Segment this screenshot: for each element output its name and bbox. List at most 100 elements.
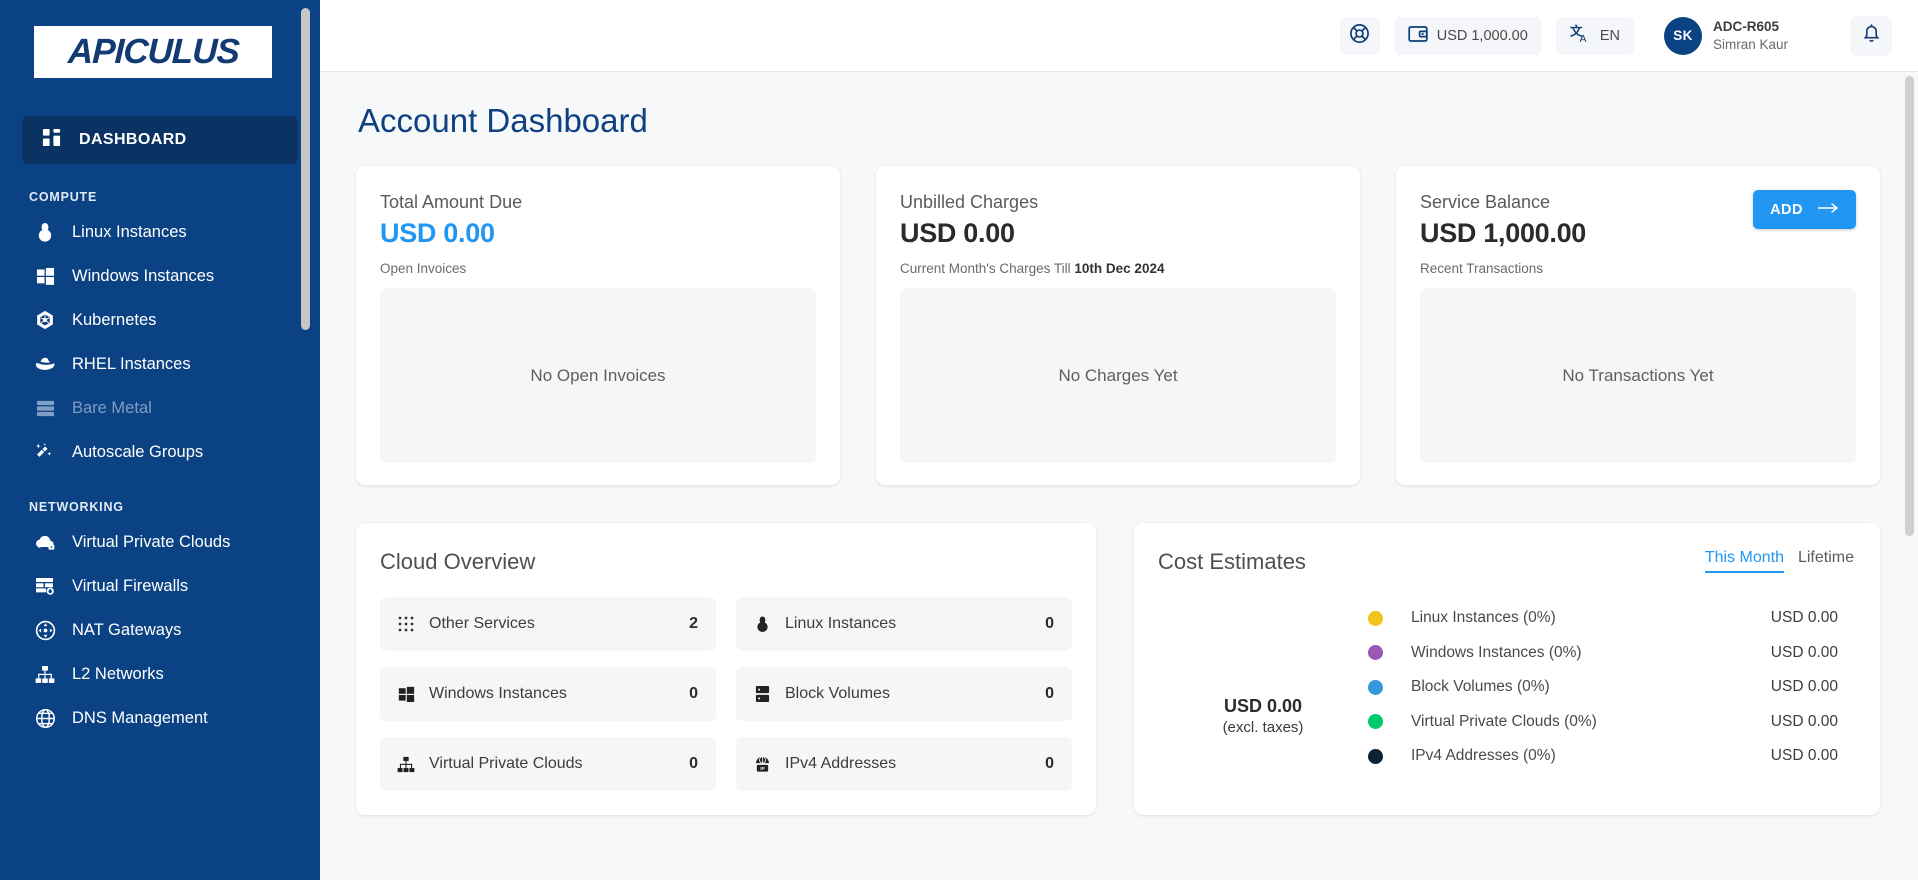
sidebar-item-bare-metal[interactable]: Bare Metal [0, 386, 320, 430]
legend-dot-ipv4-addresses [1368, 749, 1383, 764]
cost-row-label: Virtual Private Clouds (0%) [1411, 713, 1771, 731]
legend-dot-windows-instances [1368, 645, 1383, 660]
wallet-balance-value: USD 1,000.00 [1437, 28, 1528, 44]
sidebar-scrollbar-thumb[interactable] [301, 8, 310, 330]
overview-item-count: 0 [1045, 755, 1054, 773]
card-title: Total Amount Due [380, 192, 816, 213]
tab-lifetime[interactable]: Lifetime [1798, 549, 1854, 571]
overview-item-virtual-private-clouds[interactable]: Virtual Private Clouds 0 [380, 737, 716, 791]
cost-estimates-body: USD 0.00 (excl. taxes) Linux Instances (… [1158, 601, 1856, 774]
card-amount: USD 0.00 [900, 218, 1336, 249]
overview-item-count: 0 [1045, 685, 1054, 703]
card-subtitle-date: 10th Dec 2024 [1074, 261, 1164, 276]
cost-row-value: USD 0.00 [1771, 678, 1856, 696]
cost-total-note: (excl. taxes) [1158, 718, 1368, 738]
sidebar-item-label: RHEL Instances [72, 355, 191, 374]
cost-row: Windows Instances (0%) USD 0.00 [1368, 636, 1856, 671]
sidebar-item-label: Virtual Firewalls [72, 577, 188, 596]
sidebar-item-rhel-instances[interactable]: RHEL Instances [0, 342, 320, 386]
avatar-initials: SK [1673, 28, 1692, 43]
overview-item-label: Block Volumes [785, 685, 1032, 703]
sidebar-item-dns-management[interactable]: DNS Management [0, 696, 320, 740]
wallet-balance-button[interactable]: USD 1,000.00 [1394, 17, 1542, 55]
tab-this-month[interactable]: This Month [1705, 549, 1784, 573]
overview-item-count: 0 [1045, 615, 1054, 633]
page-title: Account Dashboard [356, 102, 1880, 140]
linux-penguin-icon [752, 615, 772, 633]
panel-cloud-overview: Cloud Overview Other Services [356, 523, 1096, 815]
arrow-right-icon [1817, 202, 1839, 218]
card-subtitle: Current Month's Charges Till 10th Dec 20… [900, 261, 1336, 276]
linux-penguin-icon [34, 221, 56, 243]
sidebar-item-label: Virtual Private Clouds [72, 533, 230, 552]
overview-item-windows-instances[interactable]: Windows Instances 0 [380, 667, 716, 721]
sidebar-item-virtual-firewalls[interactable]: Virtual Firewalls [0, 564, 320, 608]
cost-row-label: Linux Instances (0%) [1411, 609, 1771, 627]
card-subtitle-text: Current Month's Charges Till [900, 261, 1074, 276]
sidebar-item-label: Kubernetes [72, 311, 156, 330]
add-balance-button[interactable]: ADD [1753, 190, 1856, 229]
sidebar-item-l2-networks[interactable]: L2 Networks [0, 652, 320, 696]
user-text: ADC-R605 Simran Kaur [1713, 18, 1788, 53]
language-selector[interactable]: 文 A EN [1556, 17, 1634, 55]
translate-icon: 文 A [1570, 23, 1591, 48]
windows-logo-icon [396, 686, 416, 703]
sidebar-item-nat-gateways[interactable]: NAT Gateways [0, 608, 320, 652]
sidebar-item-linux-instances[interactable]: Linux Instances [0, 210, 320, 254]
sidebar-item-label: Bare Metal [72, 399, 152, 418]
overview-item-ipv4-addresses[interactable]: IP IPv4 Addresses 0 [736, 737, 1072, 791]
overview-item-label: Other Services [429, 615, 676, 633]
topbar: USD 1,000.00 文 A EN SK ADC-R605 Simran K… [320, 0, 1918, 72]
sidebar-item-windows-instances[interactable]: Windows Instances [0, 254, 320, 298]
main-scrollbar-thumb[interactable] [1905, 76, 1914, 536]
card-title: Unbilled Charges [900, 192, 1336, 213]
cost-row-value: USD 0.00 [1771, 713, 1856, 731]
summary-cards-row: Total Amount Due USD 0.00 Open Invoices … [356, 166, 1880, 485]
logo-container: APICULUS [0, 0, 320, 78]
overview-item-count: 2 [689, 615, 698, 633]
overview-item-block-volumes[interactable]: Block Volumes 0 [736, 667, 1072, 721]
sidebar-item-label: Windows Instances [72, 267, 214, 286]
nat-gateway-icon [34, 619, 56, 641]
cost-row-value: USD 0.00 [1771, 644, 1856, 662]
overview-item-label: Windows Instances [429, 685, 676, 703]
user-profile-button[interactable]: SK ADC-R605 Simran Kaur [1664, 17, 1788, 55]
grid-dots-icon [396, 616, 416, 632]
empty-state-text: No Open Invoices [530, 366, 665, 386]
sidebar-group-networking-heading: NETWORKING [0, 474, 320, 520]
sidebar-inner: APICULUS DASHBOARD COMPUTE [0, 0, 320, 880]
sidebar-item-autoscale-groups[interactable]: Autoscale Groups [0, 430, 320, 474]
overview-item-linux-instances[interactable]: Linux Instances 0 [736, 597, 1072, 651]
sidebar-item-label: Autoscale Groups [72, 443, 203, 462]
notifications-button[interactable] [1850, 16, 1892, 56]
sidebar-item-dashboard[interactable]: DASHBOARD [22, 116, 298, 164]
block-volume-icon [752, 685, 772, 703]
empty-state-open-invoices: No Open Invoices [380, 288, 816, 463]
sidebar-item-kubernetes[interactable]: Kubernetes [0, 298, 320, 342]
support-button[interactable] [1340, 17, 1380, 55]
sidebar: APICULUS DASHBOARD COMPUTE [0, 0, 320, 880]
dashboard-grid-icon [42, 128, 61, 152]
server-rack-icon [34, 397, 56, 419]
cost-row: IPv4 Addresses (0%) USD 0.00 [1368, 739, 1856, 774]
apiculus-logo[interactable]: APICULUS [34, 26, 272, 78]
sidebar-scrollbar-track[interactable] [306, 0, 315, 880]
avatar: SK [1664, 17, 1702, 55]
empty-state-charges: No Charges Yet [900, 288, 1336, 463]
bell-icon [1861, 22, 1882, 49]
sidebar-item-dashboard-label: DASHBOARD [79, 131, 187, 149]
cost-estimates-tabs: This Month Lifetime [1705, 549, 1854, 573]
cloud-lock-icon [34, 531, 56, 553]
overview-item-label: Virtual Private Clouds [429, 755, 676, 773]
cost-total: USD 0.00 (excl. taxes) [1158, 636, 1368, 739]
content-scroll-area: Account Dashboard Total Amount Due USD 0… [320, 72, 1918, 880]
overview-item-count: 0 [689, 685, 698, 703]
cost-row-label: Block Volumes (0%) [1411, 678, 1771, 696]
sidebar-item-virtual-private-clouds[interactable]: Virtual Private Clouds [0, 520, 320, 564]
app-root: APICULUS DASHBOARD COMPUTE [0, 0, 1918, 880]
svg-text:IP: IP [760, 766, 764, 772]
language-value: EN [1600, 28, 1620, 44]
overview-item-other-services[interactable]: Other Services 2 [380, 597, 716, 651]
legend-dot-virtual-private-clouds [1368, 714, 1383, 729]
magic-wand-icon [34, 441, 56, 463]
